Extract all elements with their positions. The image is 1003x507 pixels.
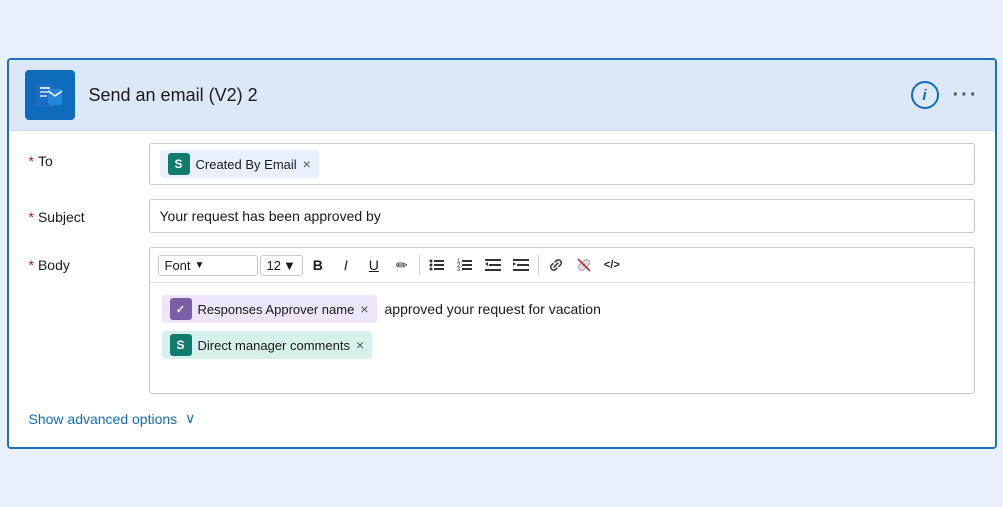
manager-tag-close[interactable]: × xyxy=(356,337,364,353)
outlook-icon xyxy=(34,79,66,111)
card-title: Send an email (V2) 2 xyxy=(89,85,911,106)
to-tag-close[interactable]: × xyxy=(303,156,311,172)
bullet-list-icon xyxy=(429,257,445,273)
body-line-2: S Direct manager comments × xyxy=(162,331,962,359)
body-field: Font ▼ 12 ▼ B I U ✏ 1. xyxy=(149,247,975,394)
to-tag[interactable]: S Created By Email × xyxy=(160,150,319,178)
approver-tag-icon: ✓ xyxy=(170,298,192,320)
approver-tag-label: Responses Approver name xyxy=(198,302,355,317)
toolbar-sep-1 xyxy=(419,255,420,275)
subject-row: *Subject xyxy=(29,199,975,233)
to-label: *To xyxy=(29,143,149,169)
link-button[interactable] xyxy=(543,252,569,278)
advanced-label: Show advanced options xyxy=(29,411,178,427)
email-action-card: Send an email (V2) 2 i ··· *To S Created… xyxy=(7,58,997,449)
italic-button[interactable]: I xyxy=(333,252,359,278)
body-content-area[interactable]: ✓ Responses Approver name × approved you… xyxy=(150,283,974,393)
to-tag-icon: S xyxy=(168,153,190,175)
font-select[interactable]: Font ▼ xyxy=(158,255,258,276)
highlight-button[interactable]: ✏ xyxy=(389,252,415,278)
bullet-list-button[interactable] xyxy=(424,252,450,278)
indent-out-icon xyxy=(485,257,501,273)
subject-label: *Subject xyxy=(29,199,149,225)
subject-input[interactable] xyxy=(149,199,975,233)
chevron-down-icon: ∨ xyxy=(185,410,195,427)
indent-in-icon xyxy=(513,257,529,273)
approver-name-tag[interactable]: ✓ Responses Approver name × xyxy=(162,295,377,323)
to-field[interactable]: S Created By Email × xyxy=(149,143,975,185)
to-row: *To S Created By Email × xyxy=(29,143,975,185)
size-label: 12 xyxy=(267,258,281,273)
manager-tag-icon: S xyxy=(170,334,192,356)
body-required-star: * xyxy=(29,257,34,273)
manager-tag-label: Direct manager comments xyxy=(198,338,350,353)
body-line-1: ✓ Responses Approver name × approved you… xyxy=(162,295,962,323)
font-arrow: ▼ xyxy=(195,260,205,271)
indent-in-button[interactable] xyxy=(508,252,534,278)
indent-out-button[interactable] xyxy=(480,252,506,278)
manager-comments-tag[interactable]: S Direct manager comments × xyxy=(162,331,373,359)
number-list-icon: 1.2.3. xyxy=(457,257,473,273)
unlink-button[interactable] xyxy=(571,252,597,278)
advanced-options-row[interactable]: Show advanced options ∨ xyxy=(29,410,975,427)
link-icon xyxy=(548,257,564,273)
body-row: *Body Font ▼ 12 ▼ B I U ✏ xyxy=(29,247,975,394)
to-required-star: * xyxy=(29,153,34,169)
body-toolbar: Font ▼ 12 ▼ B I U ✏ 1. xyxy=(150,248,974,283)
toolbar-sep-2 xyxy=(538,255,539,275)
body-label: *Body xyxy=(29,247,149,273)
font-label: Font xyxy=(165,258,191,273)
body-text-1: approved your request for vacation xyxy=(385,301,601,317)
approver-tag-close[interactable]: × xyxy=(360,301,368,317)
header-actions: i ··· xyxy=(911,81,979,109)
unlink-icon xyxy=(576,257,592,273)
to-tag-label: Created By Email xyxy=(196,157,297,172)
number-list-button[interactable]: 1.2.3. xyxy=(452,252,478,278)
card-body: *To S Created By Email × *Subject *Body xyxy=(9,131,995,447)
bold-button[interactable]: B xyxy=(305,252,331,278)
info-button[interactable]: i xyxy=(911,81,939,109)
more-button[interactable]: ··· xyxy=(953,84,979,107)
card-header: Send an email (V2) 2 i ··· xyxy=(9,60,995,131)
size-arrow: ▼ xyxy=(283,258,296,273)
font-size-select[interactable]: 12 ▼ xyxy=(260,255,303,276)
subject-required-star: * xyxy=(29,209,34,225)
code-button[interactable]: </> xyxy=(599,252,625,278)
app-icon-box xyxy=(25,70,75,120)
underline-button[interactable]: U xyxy=(361,252,387,278)
svg-text:3.: 3. xyxy=(457,267,462,273)
